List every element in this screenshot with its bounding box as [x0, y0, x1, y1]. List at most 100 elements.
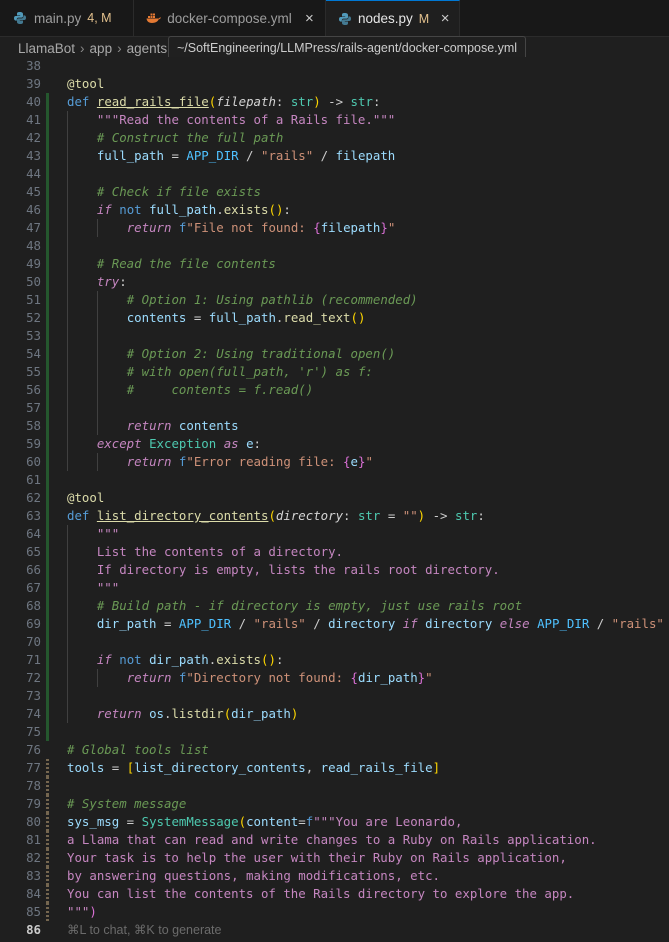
indent-guide: [96, 669, 98, 687]
code-line[interactable]: 85 """): [0, 903, 669, 921]
code-line[interactable]: 63 def list_directory_contents(directory:…: [0, 507, 669, 525]
code-line[interactable]: 67 """: [0, 579, 669, 597]
line-number: 67: [26, 580, 41, 595]
code-line[interactable]: 49 # Read the file contents: [0, 255, 669, 273]
code-line[interactable]: 77 tools = [list_directory_contents, read…: [0, 759, 669, 777]
code-text: # with open(full_path, 'r') as f:: [126, 364, 373, 379]
docker-icon: [146, 10, 161, 26]
close-icon[interactable]: ×: [302, 10, 317, 27]
code-editor[interactable]: 38 39 @tool 40 def read_rails_file(filepath:…: [0, 57, 669, 942]
git-gutter-marker: [46, 489, 49, 507]
close-icon[interactable]: ×: [439, 10, 451, 27]
breadcrumb-item-app[interactable]: app: [90, 41, 113, 56]
code-line[interactable]: 82 Your task is to help the user with the…: [0, 849, 669, 867]
git-gutter-marker: [46, 417, 49, 435]
code-text: by answering questions, making modificat…: [67, 868, 440, 883]
code-line[interactable]: 75: [0, 723, 669, 741]
line-number: 81: [26, 832, 41, 847]
code-line[interactable]: 46 if not full_path.exists():: [0, 201, 669, 219]
code-line[interactable]: 54 # Option 2: Using traditional open(): [0, 345, 669, 363]
line-number: 55: [26, 364, 41, 379]
code-line[interactable]: 41 """Read the contents of a Rails file.…: [0, 111, 669, 129]
code-line[interactable]: 59 except Exception as e:: [0, 435, 669, 453]
git-gutter-marker: [46, 543, 49, 561]
code-line[interactable]: 74 return os.listdir(dir_path): [0, 705, 669, 723]
tab-main-py-label: main.py: [34, 10, 82, 26]
git-gutter-marker: [46, 651, 49, 669]
line-number: 38: [26, 58, 41, 73]
code-line[interactable]: 66 If directory is empty, lists the rail…: [0, 561, 669, 579]
code-line[interactable]: 48: [0, 237, 669, 255]
code-line[interactable]: 78: [0, 777, 669, 795]
line-number: 76: [26, 742, 41, 757]
code-line[interactable]: 72 return f"Directory not found: {dir_pa…: [0, 669, 669, 687]
code-line[interactable]: 62 @tool: [0, 489, 669, 507]
code-line[interactable]: 42 # Construct the full path: [0, 129, 669, 147]
code-line[interactable]: 61: [0, 471, 669, 489]
code-line[interactable]: 79 # System message: [0, 795, 669, 813]
code-line[interactable]: 70: [0, 633, 669, 651]
code-text: full_path = APP_DIR / "rails" / filepath: [96, 148, 396, 163]
git-gutter-marker: [46, 579, 49, 597]
code-line[interactable]: 80 sys_msg = SystemMessage(content=f"""Yo…: [0, 813, 669, 831]
code-line[interactable]: 81 a Llama that can read and write change…: [0, 831, 669, 849]
code-line[interactable]: 73: [0, 687, 669, 705]
code-line[interactable]: 57: [0, 399, 669, 417]
code-text: # System message: [67, 796, 187, 811]
git-gutter-marker: [46, 381, 49, 399]
git-gutter-marker: [46, 129, 49, 147]
code-line[interactable]: 40 def read_rails_file(filepath: str) -> …: [0, 93, 669, 111]
code-line[interactable]: 51 # Option 1: Using pathlib (recommende…: [0, 291, 669, 309]
line-number: 41: [26, 112, 41, 127]
code-line[interactable]: 83 by answering questions, making modific…: [0, 867, 669, 885]
code-text: """: [67, 580, 120, 595]
git-gutter-marker: [46, 525, 49, 543]
line-number: 47: [26, 220, 41, 235]
code-line[interactable]: 86 ⌘L to chat, ⌘K to generate: [0, 921, 669, 939]
code-line[interactable]: 84 You can list the contents of the Rails…: [0, 885, 669, 903]
code-text: """: [96, 526, 120, 541]
line-number: 39: [26, 76, 41, 91]
line-number: 57: [26, 400, 41, 415]
git-gutter-marker: [46, 57, 49, 75]
code-line[interactable]: 68 # Build path - if directory is empty,…: [0, 597, 669, 615]
code-line[interactable]: 55 # with open(full_path, 'r') as f:: [0, 363, 669, 381]
tab-main-py[interactable]: main.py 4, M: [0, 0, 134, 36]
line-number: 49: [26, 256, 41, 271]
code-line[interactable]: 71 if not dir_path.exists():: [0, 651, 669, 669]
code-line[interactable]: 64 """: [0, 525, 669, 543]
code-text: Your task is to help the user with their…: [67, 850, 567, 865]
code-line[interactable]: 47 return f"File not found: {filepath}": [0, 219, 669, 237]
code-line[interactable]: 43 full_path = APP_DIR / "rails" / filep…: [0, 147, 669, 165]
git-gutter-marker: [46, 291, 49, 309]
code-line[interactable]: 69 dir_path = APP_DIR / "rails" / direct…: [0, 615, 669, 633]
code-text: return contents: [126, 418, 239, 433]
tab-docker-compose[interactable]: docker-compose.yml ×: [134, 0, 326, 36]
code-line[interactable]: 56 # contents = f.read(): [0, 381, 669, 399]
code-line[interactable]: 76 # Global tools list: [0, 741, 669, 759]
line-number: 58: [26, 418, 41, 433]
line-number: 71: [26, 652, 41, 667]
code-text: def list_directory_contents(directory: s…: [67, 508, 485, 523]
code-line[interactable]: 39 @tool: [0, 75, 669, 93]
breadcrumb-item-llamabot[interactable]: LlamaBot: [18, 41, 75, 56]
python-icon: [12, 10, 28, 26]
code-text: return f"Directory not found: {dir_path}…: [126, 670, 433, 685]
code-line[interactable]: 52 contents = full_path.read_text(): [0, 309, 669, 327]
code-line[interactable]: 65 List the contents of a directory.: [0, 543, 669, 561]
line-number: 68: [26, 598, 41, 613]
code-line[interactable]: 60 return f"Error reading file: {e}": [0, 453, 669, 471]
code-line[interactable]: 45 # Check if file exists: [0, 183, 669, 201]
tab-nodes-py-label: nodes.py: [358, 11, 413, 26]
breadcrumb-item-agents[interactable]: agents: [127, 41, 168, 56]
code-line[interactable]: 58 return contents: [0, 417, 669, 435]
git-gutter-marker: [46, 327, 49, 345]
code-line[interactable]: 50 try:: [0, 273, 669, 291]
tab-nodes-py[interactable]: nodes.py M ×: [326, 0, 460, 36]
code-line[interactable]: 44: [0, 165, 669, 183]
line-number: 54: [26, 346, 41, 361]
git-gutter-marker: [46, 921, 49, 939]
code-line[interactable]: 53: [0, 327, 669, 345]
code-text: # contents = f.read(): [126, 382, 314, 397]
code-line[interactable]: 38: [0, 57, 669, 75]
